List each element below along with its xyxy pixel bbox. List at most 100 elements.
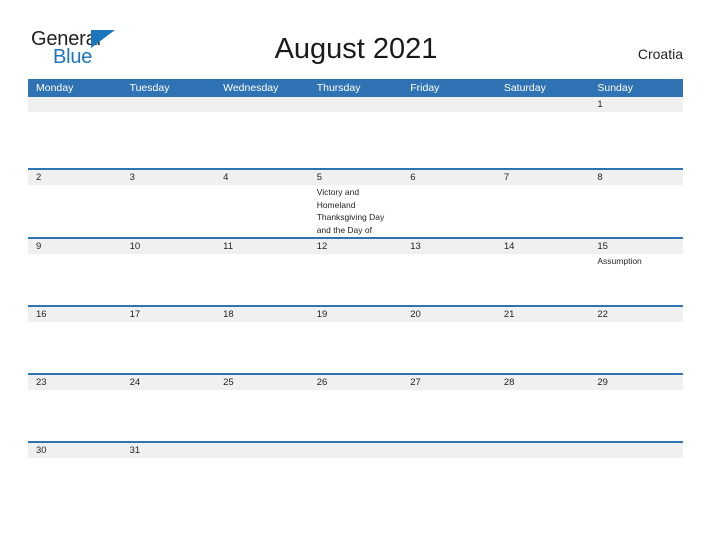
day-number[interactable]: 2 bbox=[28, 170, 122, 185]
calendar-week-row: 2 3 4 5 6 7 8 Victory and Homeland Thank… bbox=[28, 170, 683, 239]
day-number[interactable] bbox=[215, 443, 309, 458]
day-number[interactable]: 20 bbox=[402, 307, 496, 322]
day-event bbox=[122, 458, 216, 478]
day-event bbox=[589, 322, 683, 373]
page-title: August 2021 bbox=[274, 33, 438, 65]
day-event bbox=[309, 458, 403, 478]
day-number[interactable] bbox=[28, 97, 122, 112]
day-number[interactable]: 13 bbox=[402, 239, 496, 254]
week-event-band bbox=[28, 458, 683, 478]
day-event bbox=[215, 112, 309, 168]
day-number[interactable]: 30 bbox=[28, 443, 122, 458]
day-number[interactable]: 4 bbox=[215, 170, 309, 185]
blue-triangle-icon bbox=[91, 30, 115, 48]
day-event bbox=[589, 112, 683, 168]
day-event bbox=[215, 458, 309, 478]
day-event bbox=[589, 458, 683, 478]
week-date-band: 1 bbox=[28, 97, 683, 112]
day-event bbox=[309, 390, 403, 441]
day-number[interactable]: 14 bbox=[496, 239, 590, 254]
day-number[interactable] bbox=[589, 443, 683, 458]
day-number[interactable] bbox=[402, 443, 496, 458]
weekday-header-wednesday: Wednesday bbox=[223, 82, 279, 94]
day-event bbox=[589, 390, 683, 441]
generalblue-logo[interactable]: General Blue bbox=[31, 29, 123, 69]
day-number[interactable] bbox=[215, 97, 309, 112]
day-event bbox=[122, 185, 216, 237]
day-event bbox=[215, 254, 309, 305]
day-number[interactable] bbox=[309, 443, 403, 458]
weekday-header-tuesday: Tuesday bbox=[129, 82, 170, 94]
day-event bbox=[28, 322, 122, 373]
week-event-band bbox=[28, 322, 683, 373]
week-date-band: 30 31 bbox=[28, 443, 683, 458]
week-date-band: 16 17 18 19 20 21 22 bbox=[28, 307, 683, 322]
week-date-band: 2 3 4 5 6 7 8 bbox=[28, 170, 683, 185]
day-number[interactable]: 22 bbox=[589, 307, 683, 322]
weekday-header-monday: Monday bbox=[36, 82, 74, 94]
day-number[interactable]: 10 bbox=[122, 239, 216, 254]
day-event bbox=[496, 185, 590, 237]
page-header: General Blue August 2021 Croatia bbox=[0, 0, 712, 78]
day-number[interactable] bbox=[496, 97, 590, 112]
week-date-band: 9 10 11 12 13 14 15 bbox=[28, 239, 683, 254]
day-number[interactable]: 1 bbox=[589, 97, 683, 112]
day-number[interactable]: 31 bbox=[122, 443, 216, 458]
day-event bbox=[215, 185, 309, 237]
day-event bbox=[402, 390, 496, 441]
calendar-week-row: 1 bbox=[28, 97, 683, 170]
weekday-header-row: Monday Tuesday Wednesday Thursday Friday… bbox=[28, 79, 683, 97]
day-event bbox=[402, 254, 496, 305]
weekday-header-friday: Friday bbox=[410, 82, 440, 94]
day-number[interactable]: 11 bbox=[215, 239, 309, 254]
calendar-week-row: 9 10 11 12 13 14 15 Assumption bbox=[28, 239, 683, 307]
week-date-band: 23 24 25 26 27 28 29 bbox=[28, 375, 683, 390]
day-event bbox=[496, 254, 590, 305]
day-event bbox=[28, 112, 122, 168]
day-event bbox=[496, 322, 590, 373]
day-event bbox=[122, 390, 216, 441]
day-event bbox=[496, 112, 590, 168]
day-number[interactable] bbox=[496, 443, 590, 458]
day-event bbox=[402, 458, 496, 478]
day-event bbox=[28, 254, 122, 305]
day-event-holiday: Victory and Homeland Thanksgiving Day an… bbox=[316, 187, 385, 235]
day-number[interactable]: 6 bbox=[402, 170, 496, 185]
day-number[interactable]: 18 bbox=[215, 307, 309, 322]
day-event bbox=[122, 112, 216, 168]
day-number[interactable]: 21 bbox=[496, 307, 590, 322]
day-number[interactable]: 26 bbox=[309, 375, 403, 390]
day-event bbox=[28, 390, 122, 441]
day-number[interactable] bbox=[122, 97, 216, 112]
day-number[interactable]: 19 bbox=[309, 307, 403, 322]
day-number[interactable]: 7 bbox=[496, 170, 590, 185]
day-number[interactable]: 25 bbox=[215, 375, 309, 390]
day-number[interactable]: 16 bbox=[28, 307, 122, 322]
day-number[interactable]: 28 bbox=[496, 375, 590, 390]
day-event bbox=[122, 254, 216, 305]
day-event bbox=[402, 185, 496, 237]
day-event bbox=[589, 185, 683, 237]
calendar-week-row: 30 31 bbox=[28, 443, 683, 478]
day-number[interactable]: 15 bbox=[589, 239, 683, 254]
day-event bbox=[215, 322, 309, 373]
day-number[interactable]: 5 bbox=[309, 170, 403, 185]
weekday-header-saturday: Saturday bbox=[503, 82, 546, 94]
day-event bbox=[215, 390, 309, 441]
day-number[interactable]: 24 bbox=[122, 375, 216, 390]
week-event-band bbox=[28, 390, 683, 441]
day-number[interactable]: 9 bbox=[28, 239, 122, 254]
day-number[interactable]: 23 bbox=[28, 375, 122, 390]
day-number[interactable]: 3 bbox=[122, 170, 216, 185]
day-number[interactable]: 29 bbox=[589, 375, 683, 390]
week-event-band: Assumption bbox=[28, 254, 683, 305]
day-number[interactable]: 8 bbox=[589, 170, 683, 185]
day-event bbox=[28, 185, 122, 237]
day-number[interactable]: 12 bbox=[309, 239, 403, 254]
day-number[interactable]: 17 bbox=[122, 307, 216, 322]
day-number[interactable] bbox=[402, 97, 496, 112]
day-number[interactable] bbox=[309, 97, 403, 112]
day-event-holiday: Assumption bbox=[597, 256, 642, 266]
day-event bbox=[496, 458, 590, 478]
day-number[interactable]: 27 bbox=[402, 375, 496, 390]
